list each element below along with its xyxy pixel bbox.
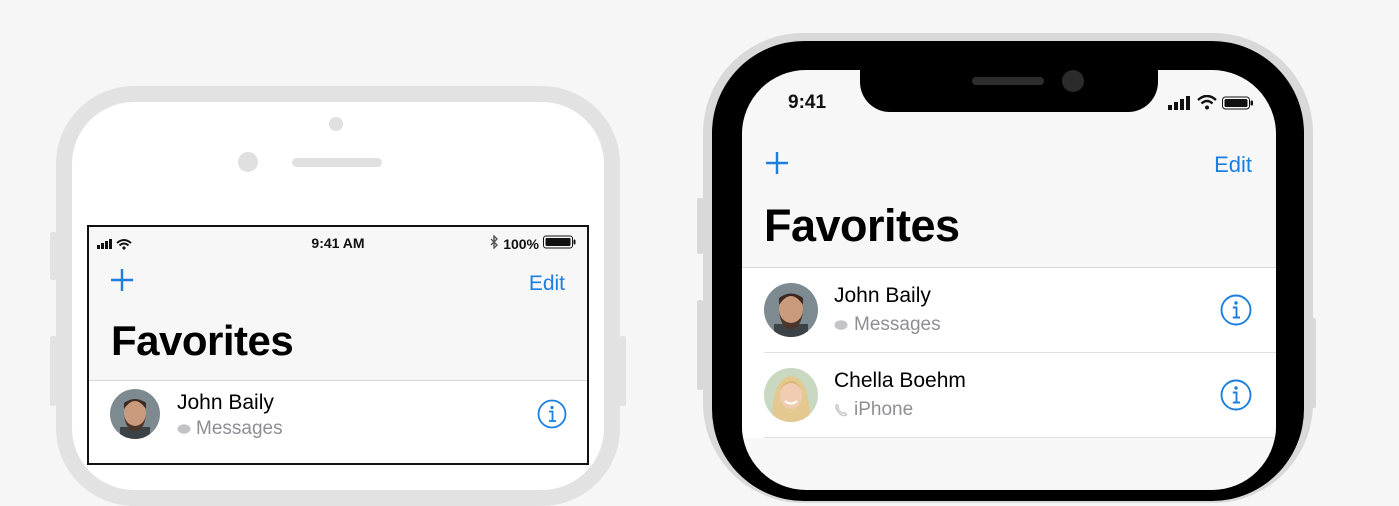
contact-name: John Baily — [177, 391, 274, 414]
favorites-list: John Baily Messages Chella Boehm iPhone — [742, 268, 1276, 438]
avatar-john-baily — [764, 283, 818, 337]
front-camera-icon — [1062, 70, 1084, 92]
contact-method-label: iPhone — [854, 399, 914, 420]
avatar-chella-boehm — [764, 368, 818, 422]
message-icon — [177, 423, 191, 434]
status-icons — [1168, 95, 1254, 110]
contact-method-label: Messages — [196, 418, 283, 439]
phone-icon — [835, 403, 848, 417]
page-title: Favorites — [111, 317, 294, 364]
favorite-row-john-baily[interactable]: John Baily Messages — [89, 381, 587, 463]
row-divider — [764, 437, 1276, 438]
message-icon — [834, 319, 848, 330]
side-button-right — [620, 336, 626, 406]
avatar-john-baily — [110, 389, 160, 439]
favorite-row-john-baily[interactable]: John Baily Messages — [742, 268, 1276, 353]
contact-method: iPhone — [834, 399, 913, 421]
status-bar: 9:41 AM 100% — [89, 227, 587, 257]
info-icon[interactable] — [1220, 379, 1252, 411]
iphone-8-screen: 9:41 AM 100% Edit Favorites John Baily M… — [87, 225, 589, 465]
signal-icon — [1168, 95, 1190, 110]
edit-button[interactable]: Edit — [529, 272, 565, 296]
plus-icon — [111, 269, 133, 291]
info-icon[interactable] — [1220, 294, 1252, 326]
page-title: Favorites — [764, 200, 960, 251]
battery-percent: 100% — [503, 235, 539, 252]
add-favorite-button[interactable] — [109, 267, 135, 293]
status-time: 9:41 — [788, 92, 827, 113]
front-camera-icon — [329, 117, 343, 131]
earpiece-speaker — [972, 77, 1044, 85]
iphone-x-screen: 9:41 Edit Favorites John Baily Messages … — [742, 70, 1276, 490]
favorite-row-chella-boehm[interactable]: Chella Boehm iPhone — [742, 353, 1276, 438]
battery-icon — [1222, 96, 1253, 109]
contact-name: John Baily — [834, 284, 931, 307]
earpiece-speaker — [292, 158, 382, 167]
battery-icon — [543, 235, 577, 252]
edit-button[interactable]: Edit — [1214, 152, 1252, 178]
contact-method: Messages — [834, 314, 941, 336]
notch — [860, 60, 1158, 112]
bluetooth-icon — [489, 234, 499, 252]
info-icon[interactable] — [537, 399, 567, 429]
contact-name: Chella Boehm — [834, 369, 966, 392]
contact-method-label: Messages — [854, 314, 941, 335]
contact-method: Messages — [177, 418, 283, 440]
proximity-sensor-icon — [238, 152, 258, 172]
add-favorite-button[interactable] — [764, 150, 790, 176]
plus-icon — [766, 152, 788, 174]
wifi-icon — [1197, 95, 1217, 110]
